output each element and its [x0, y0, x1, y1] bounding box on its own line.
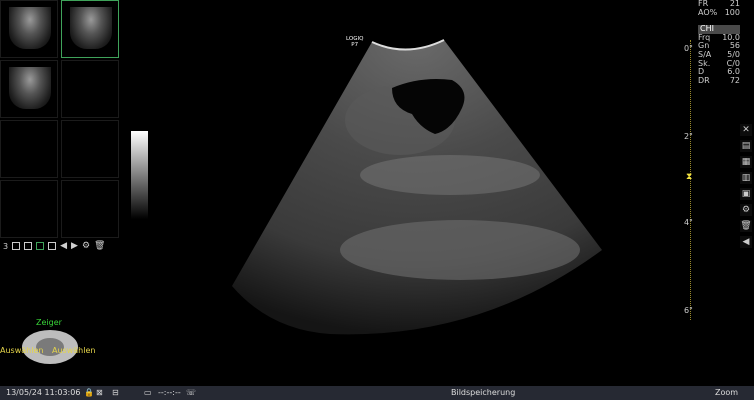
phone-icon: ☏: [186, 388, 197, 397]
depth-mark: 4": [684, 218, 693, 227]
tools-icon[interactable]: ✕: [740, 124, 752, 136]
collapse-icon[interactable]: ◀: [740, 236, 752, 248]
battery-icon: ▭: [144, 388, 152, 397]
ultrasound-image: [232, 39, 602, 335]
probe-label: LOGIQ P7: [346, 36, 363, 48]
image-icon[interactable]: ▣: [740, 188, 752, 200]
depth-mark: 0": [684, 44, 693, 53]
status-bar: 13/05/24 11:03:06 🔒 ⊠ ⊟ ▭ --:--:-- ☏ Bil…: [0, 386, 754, 400]
lock-icon: 🔒: [84, 388, 94, 397]
tissue-layer: [360, 155, 540, 195]
param-key: DR: [698, 75, 710, 85]
grid-icon[interactable]: ▥: [740, 172, 752, 184]
printer-icon: ⊟: [112, 388, 119, 397]
depth-mark: 2": [684, 132, 693, 141]
timer: --:--:--: [158, 388, 181, 397]
param-row: DR 72: [698, 75, 740, 86]
param-value: 72: [729, 75, 740, 85]
param-row: AO% 100: [698, 7, 740, 18]
depth-mark: 6": [684, 306, 693, 315]
network-icon: ⊠: [96, 388, 103, 397]
config-icon[interactable]: ▤: [740, 140, 752, 152]
status-message: Bildspeicherung: [451, 388, 516, 397]
tissue-layer: [340, 220, 580, 280]
tool-strip: ✕ ▤ ▦ ▥ ▣ ⚙ 🗑 ◀: [740, 124, 754, 248]
trash-icon[interactable]: 🗑: [740, 220, 752, 232]
focus-marker-icon[interactable]: ⧗: [686, 172, 692, 182]
datetime: 13/05/24 11:03:06: [6, 388, 81, 397]
settings-icon[interactable]: ⚙: [740, 204, 752, 216]
param-key: AO%: [698, 7, 718, 17]
parameter-panel: FR 21 AO% 100 CHI Frq 10.0 Gn 56 S/A 5/0 Sk. C…: [698, 0, 740, 85]
zoom-label[interactable]: Zoom: [715, 388, 738, 397]
param-value: 100: [724, 7, 740, 17]
probe-model: P7: [351, 42, 359, 48]
report-icon[interactable]: ▦: [740, 156, 752, 168]
